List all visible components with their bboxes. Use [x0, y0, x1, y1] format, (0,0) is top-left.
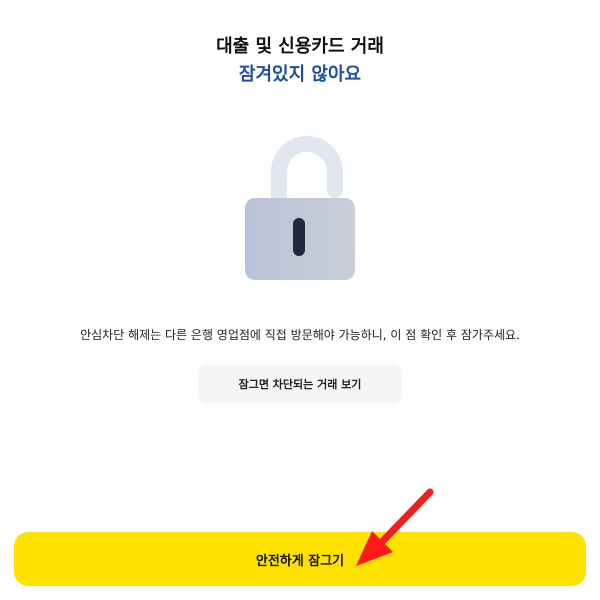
- view-blocked-transactions-button[interactable]: 잠그면 차단되는 거래 보기: [198, 365, 402, 403]
- red-arrow-icon: [356, 488, 434, 566]
- lock-settings-screen: 대출 및 신용카드 거래 잠겨있지 않아요 안심차단 해제는 다른 은행 영업점…: [0, 0, 600, 600]
- unlocked-padlock-icon: [240, 132, 360, 284]
- page-title: 대출 및 신용카드 거래: [216, 36, 384, 57]
- lock-safely-button[interactable]: 안전하게 잠그기: [14, 532, 586, 586]
- padlock-shackle: [271, 136, 343, 206]
- unlock-notice-text: 안심차단 해제는 다른 은행 영업점에 직접 방문해야 가능하니, 이 점 확인…: [80, 328, 520, 342]
- padlock-keyhole: [293, 218, 305, 256]
- title-block: 대출 및 신용카드 거래 잠겨있지 않아요: [0, 34, 600, 88]
- padlock-illustration: [245, 136, 355, 280]
- lock-status-text: 잠겨있지 않아요: [238, 64, 362, 85]
